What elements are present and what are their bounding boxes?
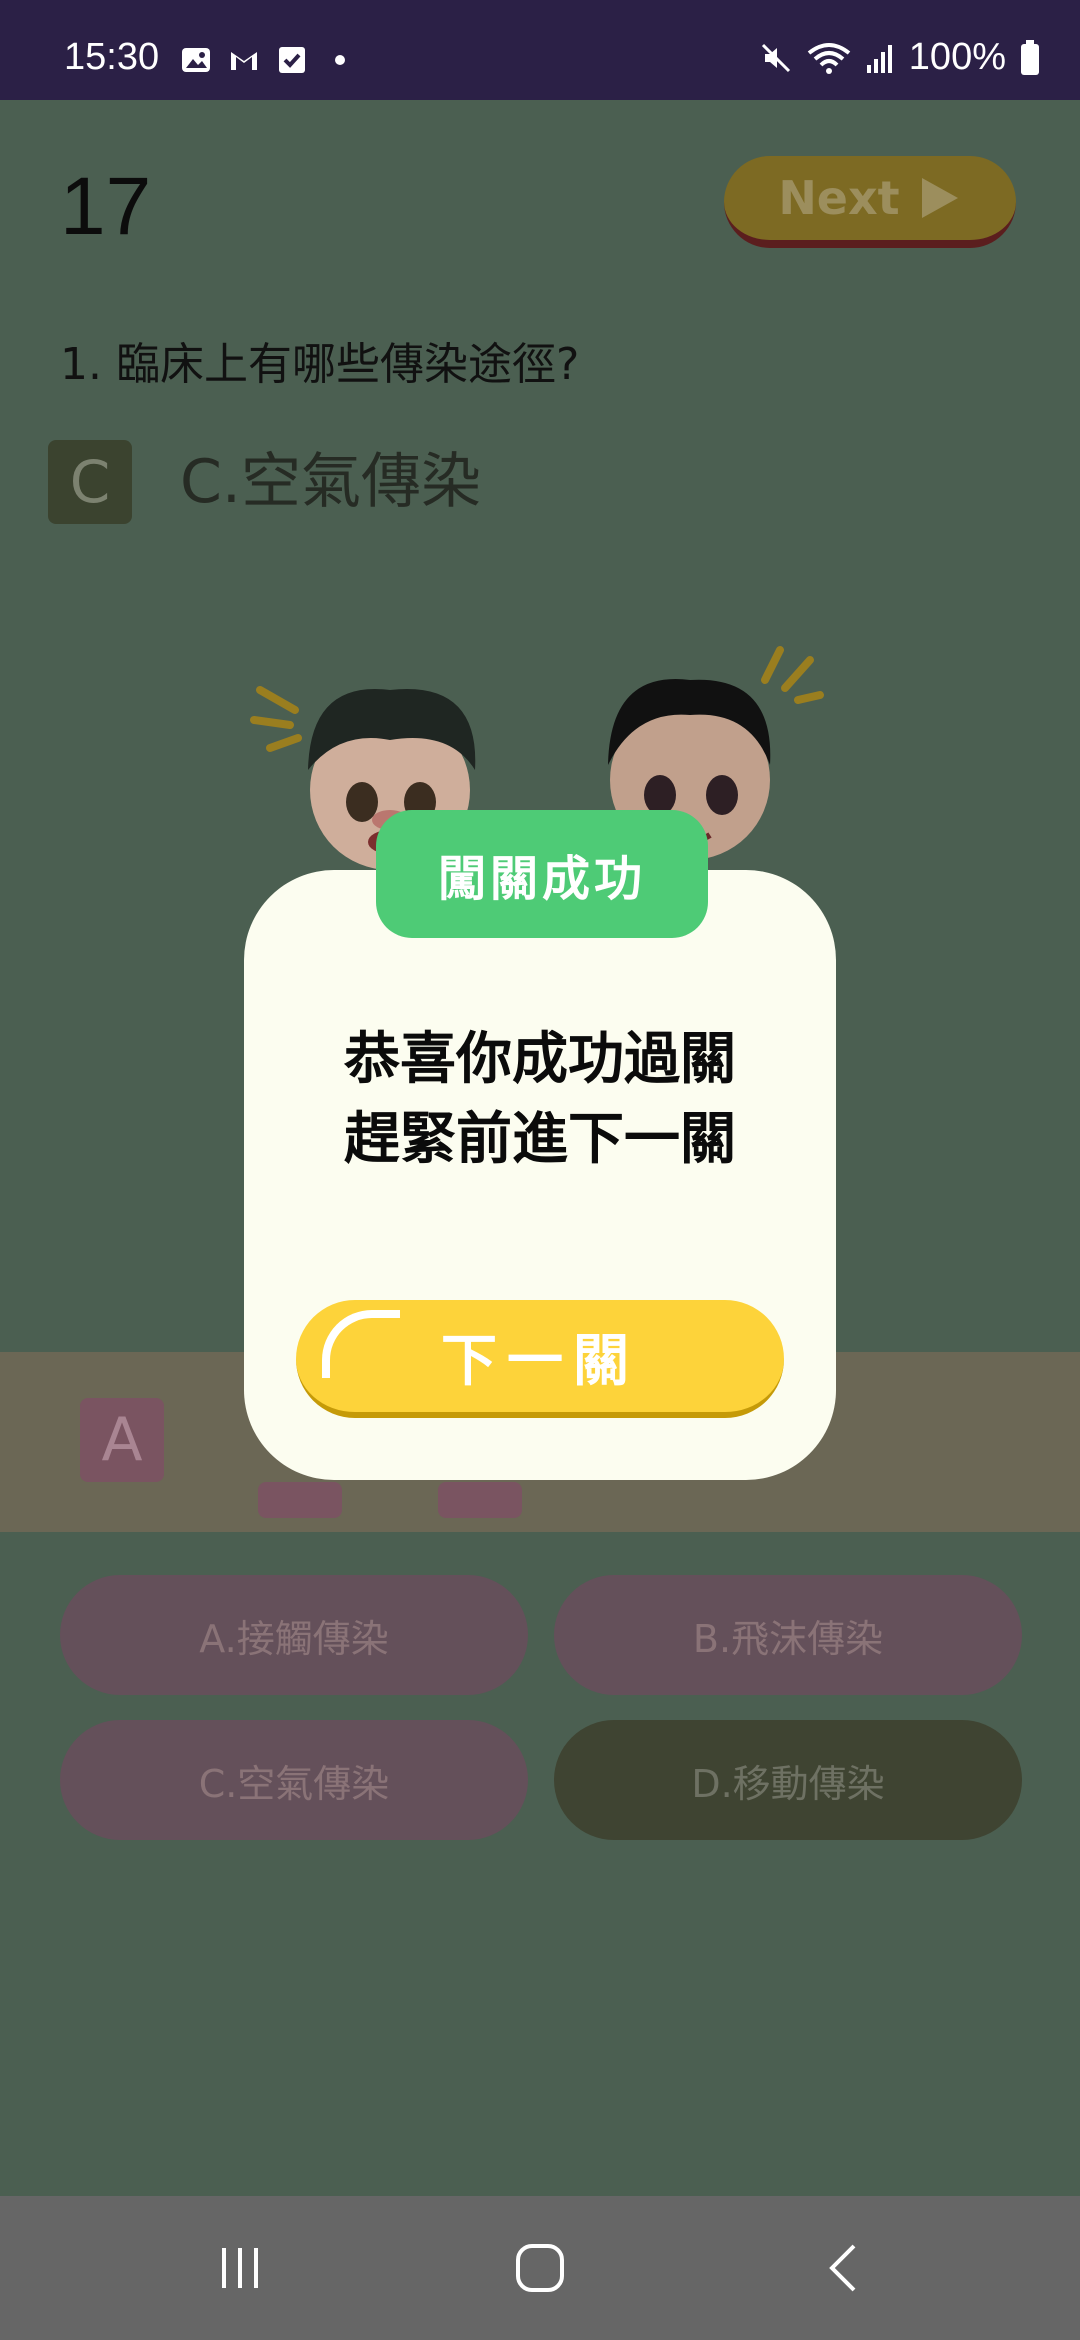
option-b-button[interactable]: B.飛沫傳染 xyxy=(554,1575,1022,1695)
back-icon[interactable] xyxy=(816,2238,876,2298)
success-message: 恭喜你成功過關 趕緊前進下一關 xyxy=(244,1020,836,1180)
next-button[interactable]: Next xyxy=(724,156,1016,248)
selected-answer-text: C.空氣傳染 xyxy=(180,447,481,517)
sweat-marks-left xyxy=(250,686,302,752)
play-icon xyxy=(921,178,958,218)
gmail-icon xyxy=(231,52,257,70)
next-level-button[interactable]: 下一關 xyxy=(296,1300,784,1418)
battery-percent: 100% xyxy=(908,36,1006,78)
message-line-2: 趕緊前進下一關 xyxy=(344,1107,736,1172)
battery-icon xyxy=(1021,39,1039,75)
wifi-icon xyxy=(807,42,851,74)
dot-icon xyxy=(335,55,345,65)
signal-icon xyxy=(866,44,892,73)
home-icon[interactable] xyxy=(510,2238,570,2298)
message-line-1: 恭喜你成功過關 xyxy=(344,1027,736,1092)
shine-decoration xyxy=(322,1310,400,1378)
next-level-label: 下一關 xyxy=(441,1328,639,1394)
level-number: 17 xyxy=(60,161,152,252)
check-icon xyxy=(279,47,305,73)
strip-slot xyxy=(258,1482,342,1518)
strip-slot xyxy=(438,1482,522,1518)
next-label: Next xyxy=(778,171,900,225)
selected-answer-letter: C xyxy=(48,440,132,524)
mute-icon xyxy=(761,43,790,72)
success-dialog: 恭喜你成功過關 趕緊前進下一關 下一關 xyxy=(244,870,836,1480)
system-nav-bar xyxy=(0,2196,1080,2340)
status-bar: 15:30 100% xyxy=(0,0,1080,100)
option-a-button[interactable]: A.接觸傳染 xyxy=(60,1575,528,1695)
question-text: 1. 臨床上有哪些傳染途徑? xyxy=(60,339,580,390)
strip-letter-a[interactable]: A xyxy=(80,1398,164,1482)
dialog-title-tab: 闖關成功 xyxy=(376,810,708,938)
option-c-button[interactable]: C.空氣傳染 xyxy=(60,1720,528,1840)
option-d-button[interactable]: D.移動傳染 xyxy=(554,1720,1022,1840)
status-right: 100% xyxy=(759,36,1040,79)
status-left-icons xyxy=(180,44,356,76)
status-time: 15:30 xyxy=(64,36,160,78)
gallery-icon xyxy=(182,48,210,72)
sweat-marks-right xyxy=(761,646,824,704)
recent-apps-icon[interactable] xyxy=(210,2238,270,2298)
